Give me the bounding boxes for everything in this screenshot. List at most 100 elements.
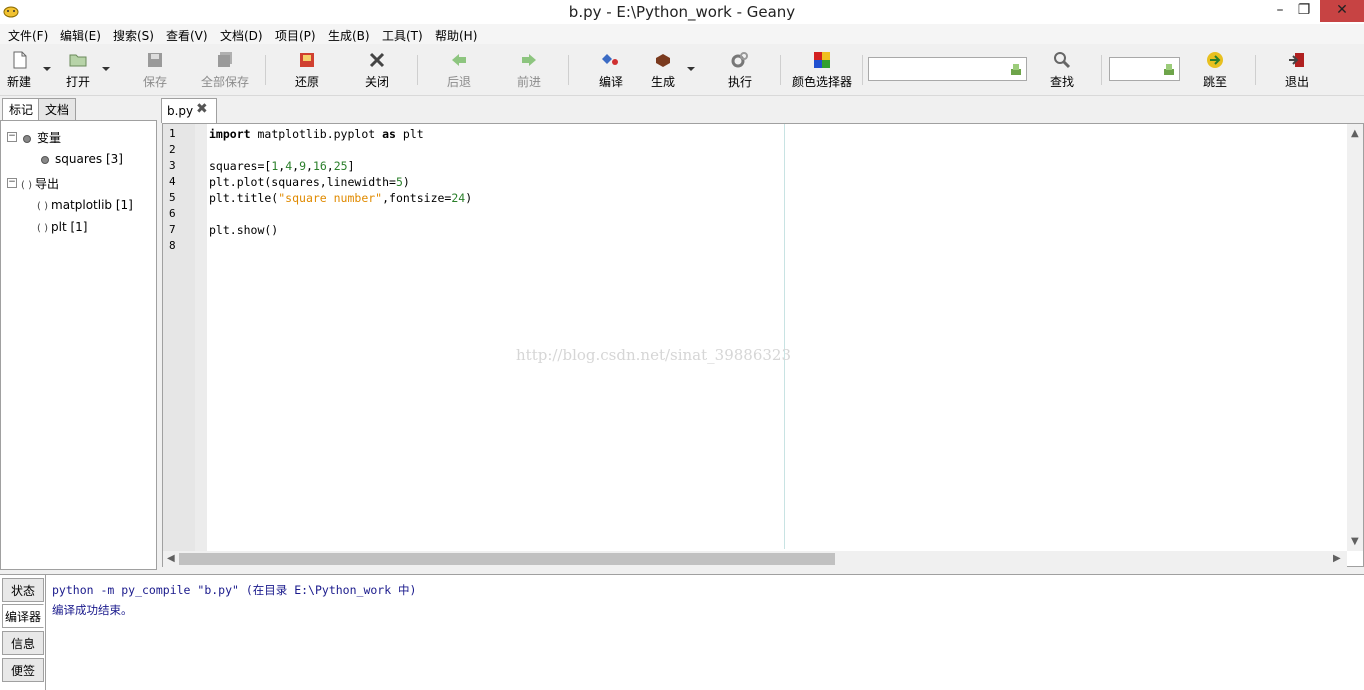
- toolbar-separator: [1255, 55, 1256, 85]
- maximize-button[interactable]: ❐: [1292, 0, 1316, 22]
- line-number-gutter: 1 2 3 4 5 6 7 8: [163, 124, 195, 551]
- menu-project[interactable]: 项目(P): [275, 27, 316, 44]
- horizontal-scroll-thumb[interactable]: [179, 553, 835, 565]
- message-window: 状态 编译器 信息 便签 python -m py_compile "b.py"…: [0, 574, 1364, 690]
- toolbar-separator: [862, 55, 863, 85]
- line-number: 8: [169, 239, 176, 252]
- code-token: squares=[: [209, 159, 272, 173]
- tab-scribble[interactable]: 便签: [2, 658, 44, 682]
- tab-status[interactable]: 状态: [2, 578, 44, 602]
- collapse-variables-icon[interactable]: −: [7, 132, 17, 142]
- toolbar-separator: [1101, 55, 1102, 85]
- open-button[interactable]: 打开: [60, 45, 96, 93]
- tab-symbols[interactable]: 标记: [2, 98, 41, 122]
- scroll-down-arrow-icon[interactable]: ▼: [1351, 536, 1359, 547]
- long-line-marker: [784, 124, 785, 549]
- code-editor[interactable]: 1 2 3 4 5 6 7 8 import matplotlib.pyplot…: [162, 123, 1364, 567]
- compile-icon: [602, 54, 618, 65]
- execute-gears-icon: [731, 52, 748, 68]
- import-icon: ( ): [37, 223, 48, 234]
- code-token: 9: [299, 159, 306, 173]
- line-number: 7: [169, 223, 176, 236]
- line-number: 1: [169, 127, 176, 140]
- toolbar-separator: [265, 55, 266, 85]
- close-window-button[interactable]: ✕: [1320, 0, 1364, 22]
- tab-compiler[interactable]: 编译器: [2, 604, 44, 628]
- compiler-result-line: 编译成功结束。: [52, 603, 133, 617]
- new-button[interactable]: 新建: [2, 45, 36, 93]
- tree-item-squares[interactable]: squares [3]: [41, 152, 123, 166]
- revert-button[interactable]: 还原: [288, 45, 326, 93]
- tree-item-plt[interactable]: ( ) plt [1]: [37, 220, 87, 234]
- fold-margin[interactable]: [195, 124, 207, 551]
- import-icon: ( ): [21, 180, 32, 191]
- code-line[interactable]: plt.show(): [209, 223, 278, 237]
- code-token: matplotlib.pyplot: [250, 127, 383, 141]
- close-file-button[interactable]: 关闭: [358, 45, 396, 93]
- find-button[interactable]: 查找: [1045, 45, 1079, 93]
- compile-button[interactable]: 编译: [592, 45, 630, 93]
- color-palette-icon: [814, 52, 830, 68]
- scroll-right-arrow-icon[interactable]: ▶: [1333, 553, 1341, 564]
- new-dropdown-arrow-icon[interactable]: [43, 67, 51, 71]
- tree-group-variables[interactable]: 变量: [23, 129, 61, 146]
- open-dropdown-arrow-icon[interactable]: [102, 67, 110, 71]
- code-token: 24: [451, 191, 466, 205]
- scroll-up-arrow-icon[interactable]: ▲: [1351, 128, 1359, 139]
- forward-arrow-icon: [522, 54, 536, 66]
- menu-build[interactable]: 生成(B): [328, 27, 370, 44]
- menu-search[interactable]: 搜索(S): [113, 27, 154, 44]
- code-line[interactable]: plt.title("square number",fontsize=24): [209, 191, 472, 205]
- menu-file[interactable]: 文件(F): [8, 27, 48, 44]
- minimize-button[interactable]: –: [1266, 0, 1294, 22]
- scroll-left-arrow-icon[interactable]: ◀: [167, 553, 175, 564]
- code-line[interactable]: plt.plot(squares,linewidth=5): [209, 175, 410, 189]
- menu-edit[interactable]: 编辑(E): [60, 27, 101, 44]
- code-token: plt.plot(squares,linewidth=: [209, 175, 396, 189]
- code-line[interactable]: import matplotlib.pyplot as plt: [209, 127, 424, 141]
- vertical-scrollbar[interactable]: ▲ ▼: [1347, 124, 1363, 551]
- code-line[interactable]: squares=[1,4,9,16,25]: [209, 159, 355, 173]
- code-token: plt.show(): [209, 223, 279, 237]
- revert-icon: [300, 53, 314, 67]
- back-button[interactable]: 后退: [440, 45, 478, 93]
- build-button[interactable]: 生成: [644, 45, 682, 93]
- build-dropdown-arrow-icon[interactable]: [687, 67, 695, 71]
- goto-arrow-icon: [1207, 52, 1223, 68]
- menu-document[interactable]: 文档(D): [220, 27, 263, 44]
- horizontal-scrollbar[interactable]: ◀ ▶: [163, 551, 1347, 567]
- tree-group-imports[interactable]: ( ) 导出: [21, 175, 59, 192]
- menu-help[interactable]: 帮助(H): [435, 27, 477, 44]
- goto-line-input[interactable]: [1109, 57, 1180, 81]
- collapse-imports-icon[interactable]: −: [7, 178, 17, 188]
- color-chooser-button[interactable]: 颜色选择器: [790, 45, 854, 93]
- menu-bar: 文件(F) 编辑(E) 搜索(S) 查看(V) 文档(D) 项目(P) 生成(B…: [0, 24, 1364, 44]
- forward-button[interactable]: 前进: [510, 45, 548, 93]
- editor-tab-bpy[interactable]: b.py ✖: [161, 98, 217, 123]
- variable-icon: [23, 134, 31, 143]
- line-number: 3: [169, 159, 176, 172]
- build-brick-icon: [656, 54, 670, 67]
- save-all-icon: [218, 52, 232, 67]
- close-tab-icon[interactable]: ✖: [196, 101, 208, 117]
- save-all-button[interactable]: 全部保存: [196, 45, 254, 93]
- menu-view[interactable]: 查看(V): [166, 27, 208, 44]
- window-title: b.py - E:\Python_work - Geany: [568, 3, 796, 21]
- tab-messages[interactable]: 信息: [2, 631, 44, 655]
- clear-search-icon[interactable]: [1010, 62, 1022, 76]
- open-folder-icon: [69, 54, 87, 67]
- toolbar-separator: [417, 55, 418, 85]
- save-button[interactable]: 保存: [136, 45, 174, 93]
- execute-button[interactable]: 执行: [720, 45, 760, 93]
- quit-button[interactable]: 退出: [1279, 45, 1315, 93]
- quit-door-icon: [1289, 53, 1304, 67]
- code-token: 25: [333, 159, 348, 173]
- tree-item-matplotlib[interactable]: ( ) matplotlib [1]: [37, 198, 133, 212]
- menu-tools[interactable]: 工具(T): [382, 27, 423, 44]
- goto-button[interactable]: 跳至: [1197, 45, 1233, 93]
- clear-goto-icon[interactable]: [1163, 62, 1175, 76]
- tab-documents[interactable]: 文档: [38, 98, 77, 122]
- search-input[interactable]: [868, 57, 1027, 81]
- back-arrow-icon: [452, 54, 466, 66]
- compiler-output[interactable]: python -m py_compile "b.py" (在目录 E:\Pyth…: [45, 575, 1364, 690]
